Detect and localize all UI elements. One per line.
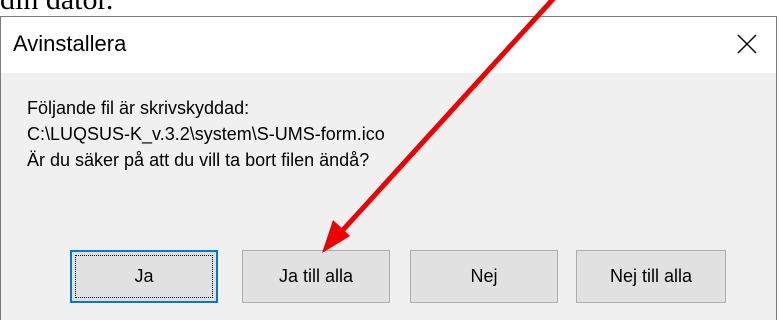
no-button[interactable]: Nej	[410, 250, 558, 303]
dialog-message: Följande fil är skrivskyddad: C:\LUQSUS-…	[27, 95, 385, 173]
no-to-all-button[interactable]: Nej till alla	[576, 250, 726, 303]
message-line-question: Är du säker på att du vill ta bort filen…	[27, 150, 370, 170]
no-to-all-button-label: Nej till alla	[609, 266, 693, 286]
uninstall-dialog: Avinstallera Följande fil är skrivskydda…	[0, 16, 777, 320]
close-icon	[737, 34, 757, 54]
yes-button[interactable]: Ja	[70, 250, 218, 303]
focus-rectangle	[75, 255, 213, 298]
dialog-title: Avinstallera	[13, 31, 127, 56]
no-button-label: Nej	[470, 266, 498, 286]
close-button[interactable]	[724, 21, 770, 67]
message-line-readonly: Följande fil är skrivskyddad:	[27, 98, 250, 118]
yes-to-all-button[interactable]: Ja till alla	[242, 250, 390, 303]
yes-to-all-button-label: Ja till alla	[278, 266, 354, 286]
background-text: din dator.	[0, 0, 113, 17]
message-line-filepath: C:\LUQSUS-K_v.3.2\system\S-UMS-form.ico	[27, 124, 385, 144]
title-bar: Avinstallera	[1, 17, 776, 73]
